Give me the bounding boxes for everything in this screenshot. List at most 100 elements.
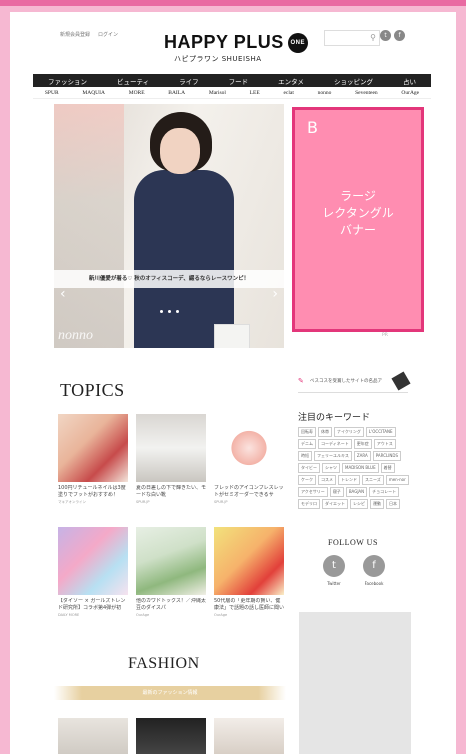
keyword-tag[interactable]: デニム	[298, 439, 316, 449]
nav-item-beauty[interactable]: ビューティ	[117, 76, 149, 86]
keyword-tag[interactable]: フェリーユルキス	[314, 451, 352, 461]
topic-source: DAILY MORE	[58, 613, 80, 617]
large-rectangle-banner[interactable]: B ラージ レクタングル バナー	[292, 107, 424, 332]
mag-link[interactable]: Seventeen	[355, 90, 378, 96]
next-arrow-icon[interactable]: ›	[272, 286, 278, 302]
header-sns: t f	[380, 30, 405, 41]
keyword-tag[interactable]: スニーズ	[362, 475, 384, 485]
topic-thumbnail	[214, 414, 284, 482]
site-logo[interactable]: HAPPY PLUS ONE ハピプラワン SHUEISHA	[164, 32, 308, 64]
follow-us-heading: FOLLOW US	[328, 538, 378, 547]
keyword-tag[interactable]: 回転寿	[298, 427, 316, 437]
twitter-icon[interactable]: t	[380, 30, 391, 41]
keyword-tag[interactable]: アウトス	[373, 439, 396, 449]
fashion-thumbnail[interactable]	[214, 718, 284, 754]
slider-dot[interactable]	[176, 310, 179, 313]
topic-card[interactable]: 50代層の「更年期の賢い、健康法」で話題の話し医師に聞いてみた OurAge	[214, 527, 284, 617]
mag-link[interactable]: eclat	[283, 90, 293, 96]
topic-source: マキアオンライン	[58, 500, 86, 504]
slider-dot[interactable]	[160, 310, 163, 313]
keyword-tag[interactable]: 運動	[369, 499, 384, 509]
nav-item-fashion[interactable]: ファッション	[48, 76, 87, 86]
keyword-tag[interactable]: トレンド	[338, 475, 360, 485]
topic-card[interactable]: 他のカワドトックス！／沖縄太豆のダイスパ OurAge	[136, 527, 206, 617]
keyword-tag[interactable]: men-nor	[385, 475, 409, 485]
keyword-tag[interactable]: L'OCCITANE	[365, 427, 396, 437]
keyword-tag[interactable]: PARCLINDS	[372, 451, 402, 461]
keyword-tag[interactable]: 時短	[298, 451, 312, 461]
search-icon[interactable]: ⚲	[370, 33, 376, 42]
main-nav: ファッション ビューティ ライフ フード エンタメ ショッピング 占い	[33, 74, 431, 87]
hero-caption[interactable]: 新川優愛が着る♡ 秋のオフィスコーデ、綴るならレースワンピ！	[54, 270, 284, 288]
facebook-follow[interactable]: f Facebook	[362, 555, 386, 586]
keyword-tag[interactable]: 日本	[385, 499, 400, 509]
keyword-tag[interactable]: コスメ	[318, 475, 336, 485]
side-ad-thumbnail	[391, 371, 411, 391]
keyword-tag[interactable]: シャツ	[322, 463, 340, 473]
mag-link[interactable]: Marisol	[209, 90, 226, 96]
topic-card[interactable]: フレッドのアイコンブレスレットがセミオーダーできるサ SPUR.JP	[214, 414, 284, 504]
register-link[interactable]: 新規会員登録	[60, 31, 90, 38]
nav-item-fortune[interactable]: 占い	[403, 76, 416, 86]
nav-item-life[interactable]: ライフ	[179, 76, 199, 86]
topic-card[interactable]: 【ダイソー × ガールズトレンド研究所】コラボ第4弾が初 DAILY MORE	[58, 527, 128, 617]
keyword-tag[interactable]: ナイクリング	[334, 427, 364, 437]
topic-thumbnail	[214, 527, 284, 595]
hero-shelf-image	[54, 104, 124, 348]
topic-card[interactable]: 夏の日差しの下で輝きたい、モードな白い靴 SPUR.JP	[136, 414, 206, 504]
topic-thumbnail	[136, 414, 206, 482]
keyword-tag[interactable]: 更年症	[353, 439, 372, 449]
nav-item-entertainment[interactable]: エンタメ	[278, 76, 304, 86]
page-container: 新規会員登録 ログイン HAPPY PLUS ONE ハピプラワン SHUEIS…	[10, 12, 456, 754]
keyword-tag[interactable]: チョコレート	[369, 487, 400, 497]
topic-source: SPUR.JP	[136, 500, 150, 504]
keyword-tag[interactable]: ダイエット	[322, 499, 348, 509]
hero-slider[interactable]: 新川優愛が着る♡ 秋のオフィスコーデ、綴るならレースワンピ！ ‹ › nonno	[54, 104, 284, 348]
banner-line: ラージ	[340, 189, 376, 203]
keyword-tag[interactable]: ZARA	[353, 451, 371, 461]
mag-link[interactable]: LEE	[250, 90, 260, 96]
topic-card[interactable]: 100円リチュールネイルは3度塗りでフットがおすすめ！ マキアオンライン	[58, 414, 128, 505]
mag-link[interactable]: MORE	[129, 90, 145, 96]
fashion-thumbnail[interactable]	[136, 718, 206, 754]
logo-badge: ONE	[287, 32, 308, 53]
keyword-tag[interactable]: コーディネート	[318, 439, 352, 449]
nav-item-shopping[interactable]: ショッピング	[334, 76, 373, 86]
topic-source: SPUR.JP	[214, 500, 228, 504]
login-link[interactable]: ログイン	[98, 31, 118, 38]
facebook-icon[interactable]: f	[394, 30, 405, 41]
hero-bag	[214, 324, 250, 348]
twitter-follow[interactable]: t Twitter	[322, 555, 346, 586]
mag-link[interactable]: OurAge	[401, 90, 419, 96]
side-ad-link[interactable]: ✎ ベスコスを受賞したサイトの名品ア	[298, 371, 411, 393]
search-input[interactable]: ⚲	[324, 30, 380, 46]
keyword-tag[interactable]: レシピ	[349, 499, 368, 509]
topic-title: 他のカワドトックス！／沖縄太豆のダイスパ	[136, 598, 206, 611]
topics-heading: TOPICS	[60, 380, 125, 400]
mag-link[interactable]: nonno	[318, 90, 332, 96]
topic-title: 【ダイソー × ガールズトレンド研究所】コラボ第4弾が初	[58, 598, 126, 611]
nav-item-food[interactable]: フード	[229, 76, 249, 86]
keyword-tag[interactable]: ケーク	[298, 475, 316, 485]
mag-link[interactable]: BAILA	[168, 90, 185, 96]
keyword-tag[interactable]: BAGJAN	[345, 487, 368, 497]
banner-line: レクタングル	[322, 206, 394, 220]
slider-dot[interactable]	[168, 310, 171, 313]
keyword-tag[interactable]: タイビー	[298, 463, 320, 473]
keyword-tag[interactable]: 休帯	[318, 427, 332, 437]
keyword-tag[interactable]: アクセサリー	[298, 487, 328, 497]
twitter-label: Twitter	[327, 581, 341, 586]
keyword-tag[interactable]: モデリロ	[298, 499, 320, 509]
fashion-band: 最新のファッション情報	[54, 686, 286, 700]
keywords-heading: 注目のキーワード	[298, 413, 371, 423]
keyword-tag[interactable]: MADISON BLUE	[342, 463, 379, 473]
follow-icons: t Twitter f Facebook	[322, 555, 386, 586]
keyword-tag[interactable]: 寝子	[329, 487, 344, 497]
mag-link[interactable]: MAQUIA	[82, 90, 105, 96]
banner-text: ラージ レクタングル バナー	[295, 188, 421, 239]
mag-link[interactable]: SPUR	[45, 90, 59, 96]
prev-arrow-icon[interactable]: ‹	[60, 286, 66, 302]
keyword-tag[interactable]: 着替	[380, 463, 395, 473]
side-ad-placeholder[interactable]	[299, 612, 411, 754]
fashion-thumbnail[interactable]	[58, 718, 128, 754]
